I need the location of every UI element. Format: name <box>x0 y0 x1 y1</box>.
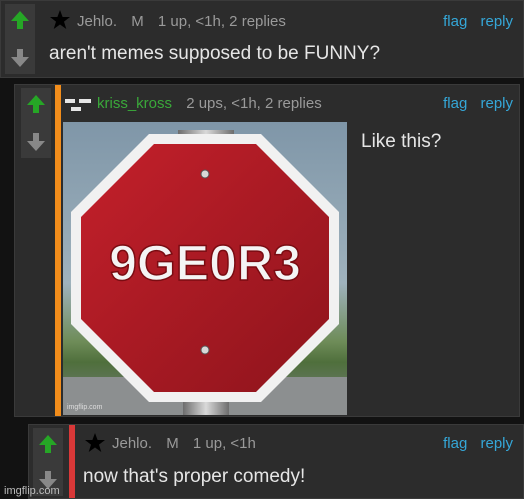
reply-link[interactable]: reply <box>480 13 513 30</box>
meme-image-stop-sign[interactable]: 9GE0R3 <box>63 122 347 415</box>
star-icon <box>85 433 105 452</box>
downvote-arrow-icon <box>27 133 45 151</box>
star-icon <box>50 10 70 29</box>
thread-bar-red <box>69 425 75 498</box>
image-watermark: imgflip.com <box>67 404 103 411</box>
sign-text: 9GE0R3 <box>109 235 301 291</box>
comment-text: aren't memes supposed to be FUNNY? <box>49 43 381 64</box>
site-watermark: imgflip.com <box>4 485 60 497</box>
upvote-button[interactable] <box>5 6 35 34</box>
vote-box <box>5 4 35 74</box>
comment-3: Jehlo. M 1 up, <1h flag reply now that's… <box>28 424 524 499</box>
vote-box <box>21 88 51 158</box>
username[interactable]: kriss_kross <box>97 95 172 112</box>
comment-text: Like this? <box>361 131 442 152</box>
comment-1: Jehlo. M 1 up, <1h, 2 replies flag reply… <box>0 0 524 78</box>
comment-stats: 2 ups, <1h, 2 replies <box>186 95 322 112</box>
username[interactable]: Jehlo. <box>77 13 117 30</box>
comment-stats: 1 up, <1h, 2 replies <box>157 13 286 30</box>
thread-bar-orange <box>55 85 61 416</box>
flag-link[interactable]: flag <box>443 95 467 112</box>
mod-badge: M <box>166 435 179 452</box>
upvote-button[interactable] <box>33 430 63 458</box>
comment-stats: 1 up, <1h <box>192 435 256 452</box>
upvote-arrow-icon <box>27 95 45 113</box>
upvote-arrow-icon <box>39 435 57 453</box>
user-flag-icon <box>65 99 91 111</box>
flag-link[interactable]: flag <box>443 13 467 30</box>
comment-2: kriss_kross 2 ups, <1h, 2 replies flag r… <box>14 84 520 417</box>
downvote-button[interactable] <box>21 128 51 156</box>
downvote-button[interactable] <box>5 44 35 72</box>
reply-link[interactable]: reply <box>480 95 513 112</box>
reply-link[interactable]: reply <box>480 435 513 452</box>
flag-link[interactable]: flag <box>443 435 467 452</box>
mod-badge: M <box>131 13 144 30</box>
comment-text: now that's proper comedy! <box>83 466 306 487</box>
upvote-button[interactable] <box>21 90 51 118</box>
upvote-arrow-icon <box>11 11 29 29</box>
username[interactable]: Jehlo. <box>112 435 152 452</box>
downvote-arrow-icon <box>11 49 29 67</box>
